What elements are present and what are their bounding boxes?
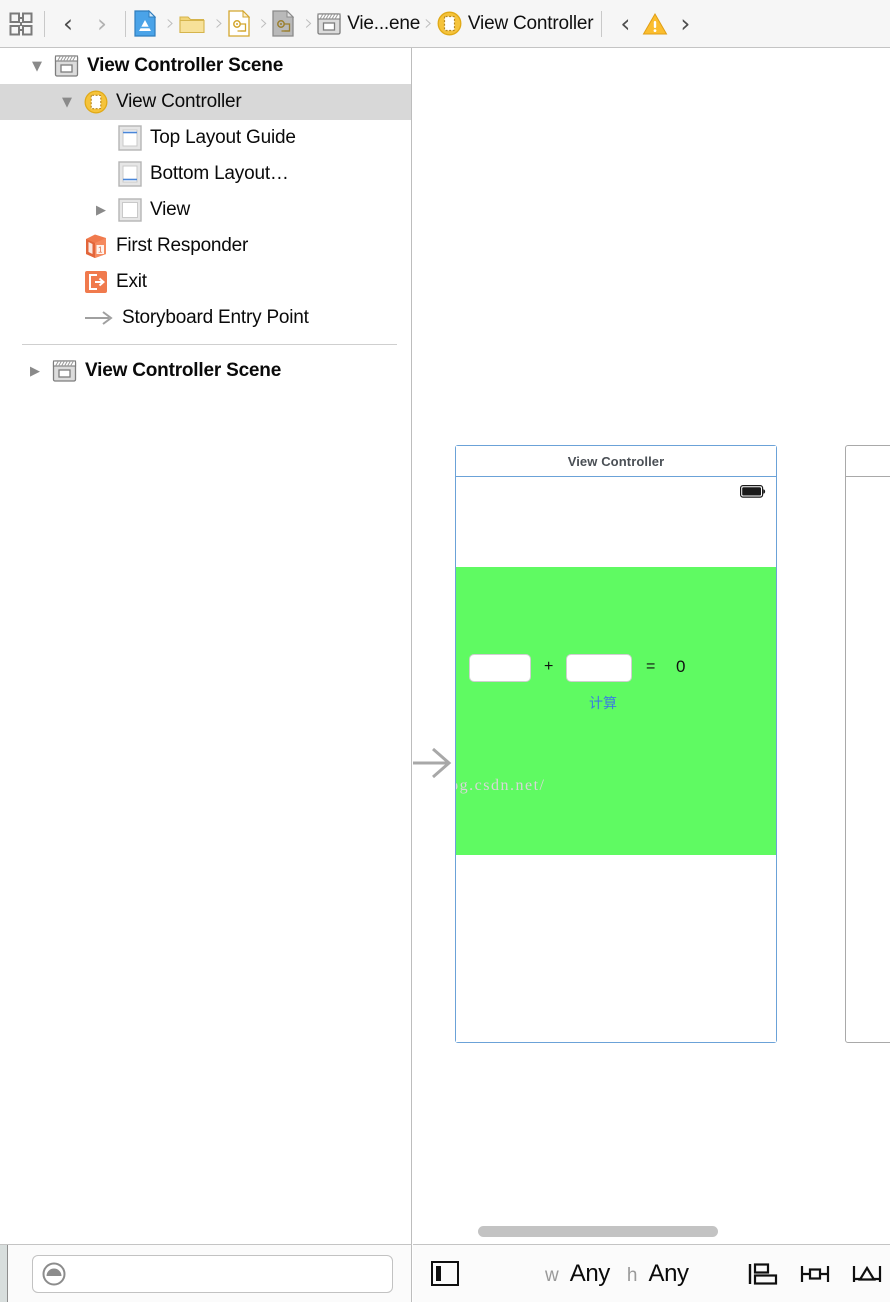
breadcrumb-scene-label: Vie...ene [347, 12, 421, 34]
outline-filter-bar [0, 1244, 412, 1302]
width-size-class-prefix: w [545, 1264, 559, 1286]
autolayout-controls [748, 1261, 890, 1287]
canvas-bottom-bar: w Any h Any [413, 1244, 890, 1302]
height-size-class-prefix: h [626, 1264, 638, 1286]
view-icon [118, 198, 142, 222]
outline-row-label: Top Layout Guide [150, 127, 296, 148]
outline-row-label: View [150, 199, 191, 220]
entry-point-arrow-icon [84, 310, 114, 326]
view-controller-icon [437, 11, 462, 36]
scene-icon [54, 55, 79, 77]
disclosure-triangle-right-icon[interactable]: ▶ [26, 362, 44, 380]
equals-symbol-label: = [646, 658, 656, 675]
storyboard-canvas[interactable]: View Controller + = 0 计算 g.csdn.net/ [413, 48, 890, 1220]
pin-icon[interactable] [800, 1261, 830, 1287]
document-outline: ▼ View Controller Scene ▼ View Controlle… [0, 48, 412, 1244]
chevron-right-icon: › [259, 11, 269, 36]
disclosure-triangle-right-icon[interactable]: ▶ [92, 201, 110, 219]
outline-row-label: First Responder [116, 235, 249, 256]
xcode-interface-builder-window: ‹ › › › › › Vie...ene › View Controller … [0, 0, 890, 1302]
canvas-horizontal-scrollbar[interactable] [413, 1220, 890, 1244]
outline-row-view-controller[interactable]: ▼ View Controller [0, 84, 411, 120]
result-label: 0 [676, 657, 686, 676]
outline-row-label: Storyboard Entry Point [122, 307, 309, 328]
breadcrumb-project[interactable] [132, 9, 164, 37]
width-size-class-value[interactable]: Any [570, 1260, 611, 1288]
scene-title-bar[interactable]: View Controller [456, 446, 776, 477]
plus-symbol-label: + [544, 658, 554, 675]
battery-icon [740, 485, 766, 498]
scene-title-label: View Controller [567, 453, 665, 469]
scene-icon [52, 360, 77, 382]
chevron-right-icon: › [304, 11, 314, 36]
height-size-class-value[interactable]: Any [648, 1260, 689, 1288]
second-scene-title-bar [846, 446, 890, 477]
outline-row-bottom-layout-guide[interactable]: ▶ Bottom Layout… [0, 156, 411, 192]
divider [44, 10, 45, 37]
divider [125, 10, 126, 37]
bottom-layout-guide-icon [118, 160, 142, 188]
phone-screen[interactable]: + = 0 计算 http://blog.csdn.net/ [456, 477, 776, 1042]
filter-field[interactable] [32, 1254, 393, 1293]
breadcrumb-view-controller-label: View Controller [467, 12, 594, 34]
view-controller-scene-card[interactable]: View Controller + = 0 计算 g.csdn.net/ [455, 445, 777, 1043]
outline-row-label: View Controller Scene [85, 360, 282, 381]
exit-icon [84, 270, 108, 294]
chevron-right-icon: › [214, 11, 224, 36]
breadcrumb-view-controller[interactable]: View Controller [435, 11, 595, 36]
previous-issue-button[interactable]: ‹ [608, 7, 642, 41]
size-class-control[interactable]: w Any h Any [545, 1260, 689, 1288]
first-responder-icon: 1 [84, 233, 108, 259]
align-icon[interactable] [748, 1261, 778, 1287]
outline-row-first-responder[interactable]: 1 First Responder [0, 228, 411, 264]
chevron-right-icon: › [424, 11, 433, 36]
scene-icon [317, 12, 341, 35]
next-issue-button[interactable]: › [668, 7, 702, 41]
breadcrumb-storyboard-file[interactable] [226, 9, 258, 37]
folder-icon [179, 13, 205, 34]
breadcrumb-scene[interactable]: Vie...ene [315, 13, 422, 35]
second-scene-card[interactable] [845, 445, 890, 1043]
outline-row-label: View Controller [116, 91, 242, 112]
disclosure-triangle-down-icon[interactable]: ▼ [28, 57, 46, 75]
xcode-project-icon [134, 9, 157, 37]
divider [601, 10, 603, 37]
breadcrumb-storyboard-gray[interactable] [270, 9, 302, 37]
chevron-right-icon: › [166, 11, 175, 36]
outline-row-view[interactable]: ▶ View [0, 192, 411, 228]
disclosure-triangle-down-icon[interactable]: ▼ [58, 93, 76, 111]
outline-row-top-layout-guide[interactable]: ▶ Top Layout Guide [0, 120, 411, 156]
top-layout-guide-icon [118, 124, 142, 152]
view-controller-icon [84, 90, 108, 114]
storyboard-doc-gray-icon [272, 9, 295, 37]
first-number-textfield[interactable] [469, 654, 531, 682]
pane-resize-strip-bottom [0, 1245, 8, 1302]
calculate-button[interactable]: 计算 [589, 693, 617, 713]
forward-button[interactable]: › [85, 7, 119, 41]
outline-row-label: Exit [116, 271, 147, 292]
outline-row-label: Bottom Layout… [150, 163, 289, 184]
outline-row-exit[interactable]: Exit [0, 264, 411, 300]
storyboard-doc-icon [227, 9, 250, 37]
outline-divider [22, 344, 397, 345]
outline-row-view-controller-scene[interactable]: ▼ View Controller Scene [0, 48, 411, 84]
green-container-view[interactable]: + = 0 计算 http://blog.csdn.net/ [456, 567, 776, 855]
breadcrumb-folder[interactable] [177, 13, 213, 34]
warning-triangle-icon[interactable] [642, 12, 668, 36]
document-outline-toggle-icon[interactable] [431, 1261, 459, 1286]
second-number-textfield[interactable] [566, 654, 632, 682]
jump-bar: ‹ › › › › › Vie...ene › View Controller … [0, 0, 890, 48]
scrollbar-thumb[interactable] [478, 1226, 718, 1237]
back-button[interactable]: ‹ [51, 7, 85, 41]
filter-circle-icon[interactable] [41, 1261, 67, 1287]
entry-point-arrow-icon[interactable] [413, 735, 453, 791]
outline-row-storyboard-entry-point[interactable]: Storyboard Entry Point [0, 300, 411, 336]
outline-row-view-controller-scene-2[interactable]: ▶ View Controller Scene [0, 353, 411, 389]
related-items-icon[interactable] [4, 7, 38, 41]
svg-text:1: 1 [98, 246, 103, 255]
watermark-text: http://blog.csdn.net/ [456, 777, 546, 794]
resolve-issues-icon[interactable] [852, 1261, 882, 1287]
outline-row-label: View Controller Scene [87, 55, 284, 76]
